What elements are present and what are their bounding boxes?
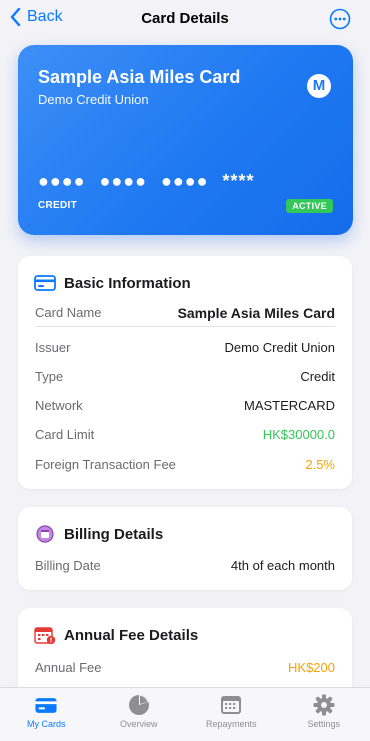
billing-icon — [34, 523, 56, 545]
row-value: HK$200 — [288, 660, 335, 675]
row-value: Sample Asia Miles Card — [177, 305, 335, 321]
row-label: Billing Date — [35, 558, 101, 573]
tab-overview[interactable]: Overview — [93, 688, 186, 741]
tab-settings[interactable]: Settings — [278, 688, 370, 741]
basic-information-section: Basic Information Card Name Sample Asia … — [18, 256, 352, 489]
info-row: Type Credit — [35, 369, 335, 384]
row-label: Card Name — [35, 305, 102, 320]
info-row: Card Name Sample Asia Miles Card — [35, 305, 335, 327]
page-title: Card Details — [141, 10, 229, 27]
section-title: Billing Details — [64, 525, 164, 543]
row-value: Demo Credit Union — [224, 340, 335, 355]
gear-icon — [313, 694, 335, 716]
section-title: Basic Information — [64, 274, 191, 292]
credit-card-icon — [34, 272, 56, 294]
card-network-logo: M — [307, 74, 331, 98]
info-row: Annual Fee HK$200 — [35, 660, 335, 675]
row-label: Card Limit — [35, 427, 95, 442]
info-row: Card Limit HK$30000.0 — [35, 427, 335, 442]
tab-my-cards[interactable]: My Cards — [0, 688, 93, 741]
calendar-alert-icon — [34, 624, 56, 646]
credit-card[interactable]: Sample Asia Miles Card Demo Credit Union… — [18, 45, 353, 235]
row-value: 4th of each month — [230, 558, 335, 573]
row-label: Foreign Transaction Fee — [35, 457, 176, 472]
section-header: Annual Fee Details — [34, 624, 198, 646]
info-row: Billing Date 4th of each month — [35, 558, 335, 573]
calendar-icon — [220, 694, 242, 716]
card-icon — [35, 694, 57, 716]
row-value: 2.5% — [305, 457, 335, 472]
navigation-bar: Back Card Details — [0, 0, 370, 40]
tab-bar: My Cards Overview Repayments Settings — [0, 687, 370, 741]
card-name: Sample Asia Miles Card — [38, 67, 241, 87]
tab-label: Settings — [307, 719, 341, 729]
status-badge: ACTIVE — [286, 199, 333, 213]
info-row: Issuer Demo Credit Union — [35, 340, 335, 355]
tab-label: My Cards — [26, 719, 66, 729]
tab-repayments[interactable]: Repayments — [185, 688, 278, 741]
card-type: CREDIT — [38, 200, 78, 211]
tab-label: Overview — [119, 719, 158, 729]
row-label: Issuer — [35, 340, 71, 355]
tab-label: Repayments — [205, 719, 257, 729]
section-header: Basic Information — [34, 272, 191, 294]
section-header: Billing Details — [34, 523, 163, 545]
section-title: Annual Fee Details — [64, 626, 199, 644]
row-value: Credit — [300, 369, 335, 384]
pie-chart-icon — [128, 694, 150, 716]
card-issuer: Demo Credit Union — [38, 92, 149, 107]
info-row: Foreign Transaction Fee 2.5% — [35, 457, 335, 472]
row-label: Type — [35, 369, 64, 384]
card-number: ●●●● ●●●● ●●●● **** — [38, 171, 255, 191]
row-label: Network — [35, 398, 83, 413]
row-label: Annual Fee — [35, 660, 102, 675]
row-value: HK$30000.0 — [262, 427, 335, 442]
info-row: Network MASTERCARD — [35, 398, 335, 413]
more-options-icon[interactable] — [329, 8, 351, 30]
billing-details-section: Billing Details Billing Date 4th of each… — [18, 507, 352, 590]
row-value: MASTERCARD — [243, 398, 335, 413]
